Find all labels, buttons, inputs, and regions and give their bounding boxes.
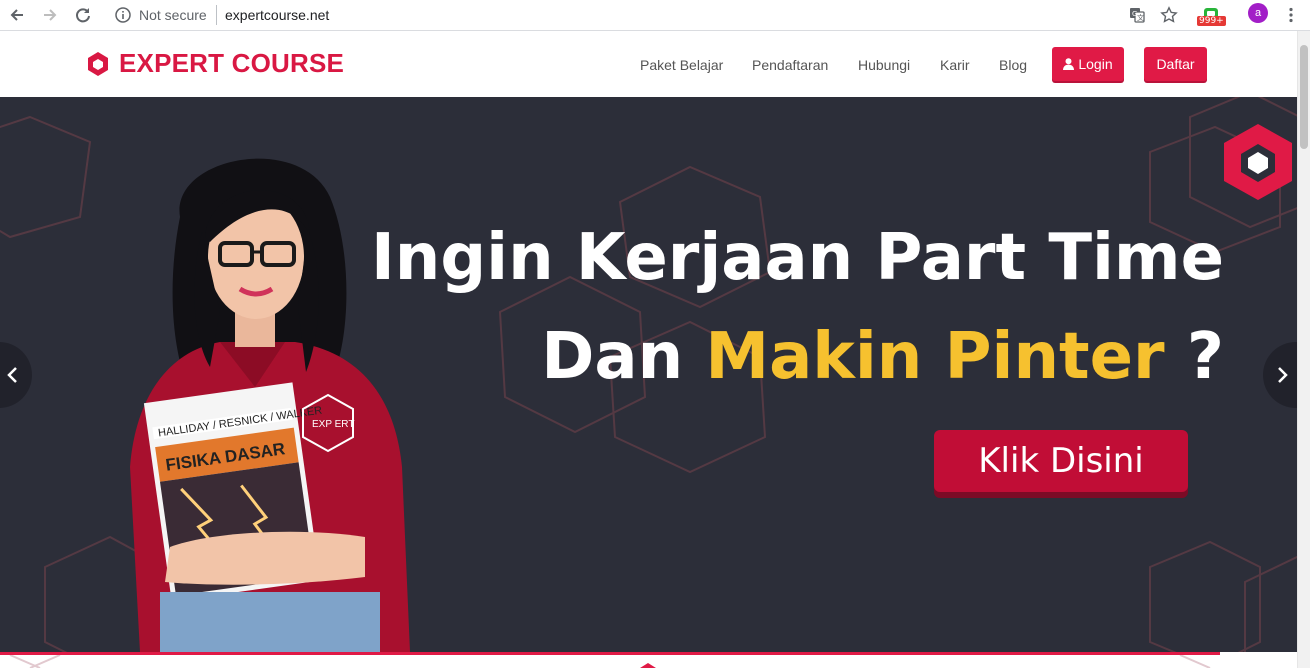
translate-icon: G文: [1130, 8, 1145, 23]
headline-prefix: Dan: [541, 320, 706, 394]
section-pattern: [9, 655, 1211, 668]
forward-button[interactable]: [39, 4, 61, 26]
menu-button[interactable]: [1280, 4, 1302, 26]
brand-hexagon-badge-icon: [1224, 124, 1292, 200]
scrollbar-thumb[interactable]: [1300, 45, 1308, 149]
student-photo-illustration: HALLIDAY / RESNICK / WALKER FISIKA DASAR…: [130, 158, 410, 652]
nav-karir[interactable]: Karir: [940, 56, 970, 74]
avatar-initial: a: [1254, 7, 1262, 19]
bookmark-button[interactable]: [1158, 4, 1180, 26]
login-label: Login: [1078, 56, 1113, 72]
brand-name[interactable]: EXPERT COURSE: [119, 48, 344, 78]
url-text[interactable]: expertcourse.net: [225, 6, 329, 24]
user-icon: [1063, 58, 1075, 70]
translate-button[interactable]: G文: [1126, 4, 1148, 26]
kebab-menu-icon: [1289, 7, 1293, 23]
hero-headline-line1: Ingin Kerjaan Part Time: [370, 221, 1224, 295]
nav-paket-belajar[interactable]: Paket Belajar: [640, 56, 723, 74]
info-icon[interactable]: [114, 6, 132, 24]
chevron-left-icon: [7, 367, 17, 383]
browser-toolbar: Not secure expertcourse.net G文 999+ a: [0, 0, 1310, 31]
svg-text:文: 文: [1137, 13, 1144, 22]
nav-pendaftaran[interactable]: Pendaftaran: [752, 56, 828, 74]
site-header: EXPERT COURSE Paket Belajar Pendaftaran …: [0, 31, 1297, 97]
shirt-logo-text: EXP ERT: [312, 419, 354, 430]
hero-slider: HALLIDAY / RESNICK / WALKER FISIKA DASAR…: [0, 97, 1297, 652]
omnibox-divider: [216, 5, 217, 25]
next-section-preview: [0, 652, 1297, 668]
reload-button[interactable]: [72, 4, 94, 26]
back-arrow-icon: [10, 9, 23, 21]
login-button[interactable]: Login: [1052, 47, 1124, 81]
register-label: Daftar: [1156, 56, 1195, 72]
headline-suffix: ?: [1164, 320, 1224, 394]
expert-course-logo-icon[interactable]: [87, 52, 109, 76]
extension-badge: 999+: [1197, 16, 1226, 26]
forward-arrow-icon: [44, 9, 57, 21]
profile-avatar[interactable]: a: [1248, 3, 1268, 23]
star-icon: [1160, 6, 1178, 23]
klik-disini-button[interactable]: Klik Disini: [934, 430, 1188, 492]
headline-highlight: Makin Pinter: [705, 320, 1165, 394]
back-button[interactable]: [6, 4, 28, 26]
reload-icon: [76, 8, 90, 23]
security-label: Not secure: [139, 7, 207, 23]
page-scrollbar[interactable]: [1297, 31, 1310, 668]
register-button[interactable]: Daftar: [1144, 47, 1207, 81]
nav-hubungi[interactable]: Hubungi: [858, 56, 910, 74]
chevron-right-icon: [1278, 367, 1288, 383]
hero-headline-line2: Dan Makin Pinter ?: [541, 322, 1224, 392]
nav-blog[interactable]: Blog: [999, 56, 1027, 74]
